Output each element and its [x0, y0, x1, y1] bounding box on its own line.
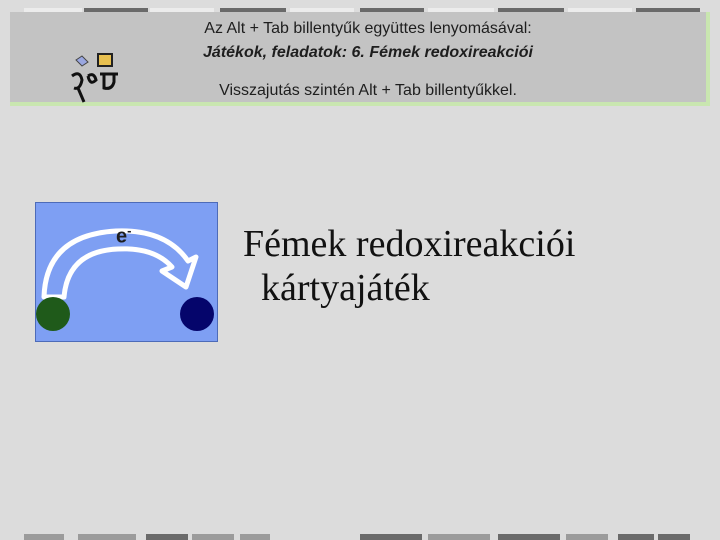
banner-instruction-text: Az Alt + Tab billentyűk együttes lenyomá…: [204, 20, 532, 37]
title-line-2: kártyajáték: [261, 267, 430, 309]
electron-label: e-: [116, 223, 131, 249]
banner-game-link[interactable]: Játékok, feladatok: 6. Fémek redoxireakc…: [158, 44, 578, 62]
left-metal-ball: [36, 297, 70, 331]
right-metal-ball: [180, 297, 214, 331]
slide-title: Fémek redoxireakciói kártyajáték: [243, 222, 575, 310]
banner-return-text: Visszajutás szintén Alt + Tab billentyűk…: [219, 82, 517, 99]
bottom-decorative-bars: [0, 534, 720, 540]
electron-charge: -: [127, 223, 132, 238]
handwritten-logo-icon: [71, 53, 118, 103]
electron-transfer-diagram: e-: [35, 202, 218, 342]
instruction-banner: Az Alt + Tab billentyűk együttes lenyomá…: [10, 12, 710, 106]
title-line-1: Fémek redoxireakciói: [243, 223, 576, 265]
electron-symbol: e: [116, 225, 128, 248]
